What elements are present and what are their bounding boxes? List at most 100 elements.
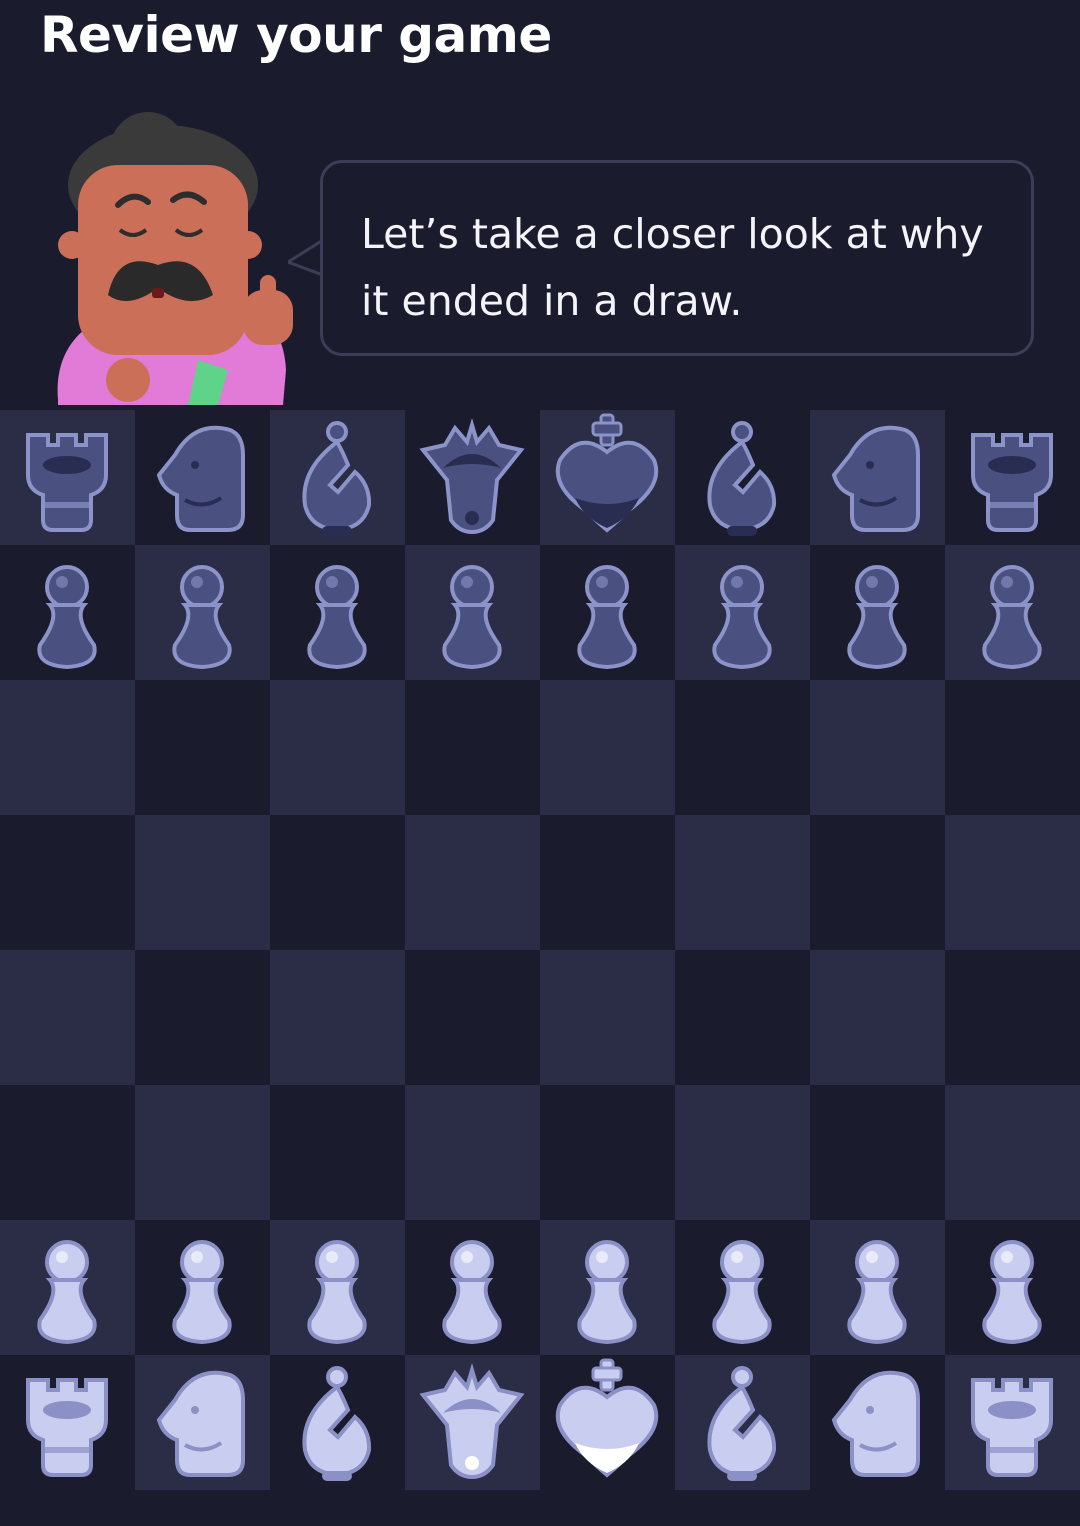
white-knight-icon[interactable]: [135, 1355, 270, 1490]
square-c8[interactable]: [270, 410, 405, 545]
white-pawn-icon[interactable]: [945, 1220, 1080, 1355]
square-b2[interactable]: [135, 1220, 270, 1355]
white-pawn-icon[interactable]: [540, 1220, 675, 1355]
square-g7[interactable]: [810, 545, 945, 680]
square-d8[interactable]: [405, 410, 540, 545]
square-b8[interactable]: [135, 410, 270, 545]
square-a6[interactable]: [0, 680, 135, 815]
black-bishop-icon[interactable]: [675, 410, 810, 545]
square-b5[interactable]: [135, 815, 270, 950]
square-h3[interactable]: [945, 1085, 1080, 1220]
square-f6[interactable]: [675, 680, 810, 815]
square-h2[interactable]: [945, 1220, 1080, 1355]
black-pawn-icon[interactable]: [675, 545, 810, 680]
square-f7[interactable]: [675, 545, 810, 680]
square-d2[interactable]: [405, 1220, 540, 1355]
square-c6[interactable]: [270, 680, 405, 815]
white-pawn-icon[interactable]: [675, 1220, 810, 1355]
page-title: Review your game: [40, 6, 552, 64]
square-e3[interactable]: [540, 1085, 675, 1220]
black-knight-icon[interactable]: [135, 410, 270, 545]
black-pawn-icon[interactable]: [135, 545, 270, 680]
square-a4[interactable]: [0, 950, 135, 1085]
square-e4[interactable]: [540, 950, 675, 1085]
white-bishop-icon[interactable]: [675, 1355, 810, 1490]
white-queen-icon[interactable]: [405, 1355, 540, 1490]
square-e2[interactable]: [540, 1220, 675, 1355]
white-pawn-icon[interactable]: [270, 1220, 405, 1355]
black-bishop-icon[interactable]: [270, 410, 405, 545]
black-knight-icon[interactable]: [810, 410, 945, 545]
square-a2[interactable]: [0, 1220, 135, 1355]
square-c3[interactable]: [270, 1085, 405, 1220]
square-e7[interactable]: [540, 545, 675, 680]
square-g8[interactable]: [810, 410, 945, 545]
square-d6[interactable]: [405, 680, 540, 815]
square-d5[interactable]: [405, 815, 540, 950]
white-rook-icon[interactable]: [945, 1355, 1080, 1490]
square-a3[interactable]: [0, 1085, 135, 1220]
square-g6[interactable]: [810, 680, 945, 815]
white-rook-icon[interactable]: [0, 1355, 135, 1490]
square-g4[interactable]: [810, 950, 945, 1085]
square-d1[interactable]: [405, 1355, 540, 1490]
black-pawn-icon[interactable]: [405, 545, 540, 680]
coach-avatar: [57, 112, 293, 405]
square-c1[interactable]: [270, 1355, 405, 1490]
black-rook-icon[interactable]: [0, 410, 135, 545]
black-rook-icon[interactable]: [945, 410, 1080, 545]
black-pawn-icon[interactable]: [270, 545, 405, 680]
square-e6[interactable]: [540, 680, 675, 815]
square-c2[interactable]: [270, 1220, 405, 1355]
square-d3[interactable]: [405, 1085, 540, 1220]
white-pawn-icon[interactable]: [135, 1220, 270, 1355]
white-pawn-icon[interactable]: [810, 1220, 945, 1355]
square-g3[interactable]: [810, 1085, 945, 1220]
bottom-strip: [0, 1490, 1080, 1526]
square-g5[interactable]: [810, 815, 945, 950]
square-b6[interactable]: [135, 680, 270, 815]
square-e8[interactable]: [540, 410, 675, 545]
white-bishop-icon[interactable]: [270, 1355, 405, 1490]
square-b1[interactable]: [135, 1355, 270, 1490]
square-g2[interactable]: [810, 1220, 945, 1355]
black-pawn-icon[interactable]: [540, 545, 675, 680]
square-f5[interactable]: [675, 815, 810, 950]
square-a8[interactable]: [0, 410, 135, 545]
square-b7[interactable]: [135, 545, 270, 680]
square-f4[interactable]: [675, 950, 810, 1085]
square-c7[interactable]: [270, 545, 405, 680]
black-pawn-icon[interactable]: [810, 545, 945, 680]
square-f1[interactable]: [675, 1355, 810, 1490]
square-b3[interactable]: [135, 1085, 270, 1220]
square-c4[interactable]: [270, 950, 405, 1085]
white-pawn-icon[interactable]: [0, 1220, 135, 1355]
square-h7[interactable]: [945, 545, 1080, 680]
square-h5[interactable]: [945, 815, 1080, 950]
square-d7[interactable]: [405, 545, 540, 680]
square-e1[interactable]: [540, 1355, 675, 1490]
black-pawn-icon[interactable]: [0, 545, 135, 680]
coach-message: Let’s take a closer look at why it ended…: [361, 210, 984, 325]
white-knight-icon[interactable]: [810, 1355, 945, 1490]
square-f8[interactable]: [675, 410, 810, 545]
square-h6[interactable]: [945, 680, 1080, 815]
white-pawn-icon[interactable]: [405, 1220, 540, 1355]
square-a7[interactable]: [0, 545, 135, 680]
square-f3[interactable]: [675, 1085, 810, 1220]
square-e5[interactable]: [540, 815, 675, 950]
square-h8[interactable]: [945, 410, 1080, 545]
square-a1[interactable]: [0, 1355, 135, 1490]
white-king-icon[interactable]: [540, 1355, 675, 1490]
square-h1[interactable]: [945, 1355, 1080, 1490]
square-d4[interactable]: [405, 950, 540, 1085]
square-b4[interactable]: [135, 950, 270, 1085]
black-pawn-icon[interactable]: [945, 545, 1080, 680]
square-h4[interactable]: [945, 950, 1080, 1085]
black-king-icon[interactable]: [540, 410, 675, 545]
square-g1[interactable]: [810, 1355, 945, 1490]
square-a5[interactable]: [0, 815, 135, 950]
square-f2[interactable]: [675, 1220, 810, 1355]
square-c5[interactable]: [270, 815, 405, 950]
black-queen-icon[interactable]: [405, 410, 540, 545]
